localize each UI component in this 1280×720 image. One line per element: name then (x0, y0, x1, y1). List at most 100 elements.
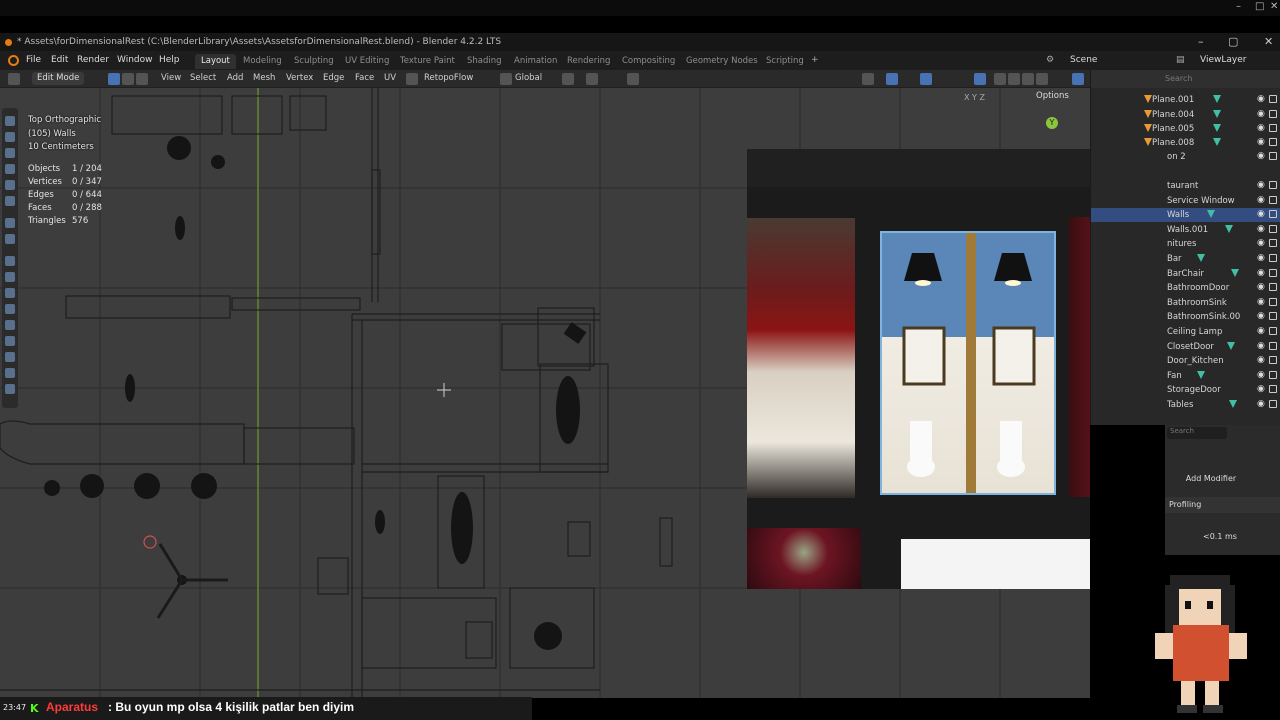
add-workspace-button[interactable]: + (811, 55, 819, 65)
menu-face[interactable]: Face (355, 73, 374, 83)
tab-texture-paint[interactable]: Texture Paint (394, 54, 461, 69)
mode-selector[interactable]: Edit Mode (32, 72, 85, 85)
outliner-row-selected[interactable]: Walls ◉ (1091, 208, 1280, 222)
render-visibility-icon[interactable] (1269, 181, 1277, 189)
render-visibility-icon[interactable] (1269, 269, 1277, 277)
smooth-tool-icon[interactable] (5, 368, 15, 378)
render-visibility-icon[interactable] (1269, 225, 1277, 233)
eye-icon[interactable]: ◉ (1257, 94, 1265, 104)
xray-toggle-icon[interactable] (974, 73, 986, 85)
outliner-row[interactable]: Service Window ◉ (1091, 194, 1280, 208)
orientation-selector[interactable]: Global (515, 73, 542, 83)
3d-viewport[interactable]: Top Orthographic (105) Walls 10 Centimet… (0, 88, 1090, 698)
properties-search[interactable]: Search (1167, 427, 1227, 439)
os-maximize-button[interactable]: □ (1255, 1, 1264, 12)
render-visibility-icon[interactable] (1269, 327, 1277, 335)
outliner-row[interactable]: Tables ◉ (1091, 398, 1280, 412)
render-visibility-icon[interactable] (1269, 342, 1277, 350)
tab-animation[interactable]: Animation (508, 54, 563, 69)
visibility-icon[interactable] (862, 73, 874, 85)
menu-mesh[interactable]: Mesh (253, 73, 275, 83)
eye-icon[interactable]: ◉ (1257, 311, 1265, 321)
tab-layout[interactable]: Layout (195, 54, 236, 69)
solid-shading-icon[interactable] (1008, 73, 1020, 85)
menu-edge[interactable]: Edge (323, 73, 344, 83)
menu-help[interactable]: Help (159, 55, 180, 65)
render-visibility-icon[interactable] (1269, 312, 1277, 320)
outliner-row[interactable]: on 2 ◉ (1091, 150, 1280, 164)
render-visibility-icon[interactable] (1269, 400, 1277, 408)
move-tool-icon[interactable] (5, 148, 15, 158)
os-close-button[interactable]: ✕ (1270, 1, 1278, 12)
add-modifier-button[interactable]: Add Modifier (1171, 474, 1251, 487)
outliner-row[interactable]: BathroomSink ◉ (1091, 296, 1280, 310)
edge-select-icon[interactable] (122, 73, 134, 85)
render-visibility-icon[interactable] (1269, 254, 1277, 262)
render-visibility-icon[interactable] (1269, 239, 1277, 247)
render-visibility-icon[interactable] (1269, 371, 1277, 379)
scale-tool-icon[interactable] (5, 180, 15, 190)
outliner-row[interactable]: taurant ◉ (1091, 179, 1280, 193)
minimize-button[interactable]: – (1198, 35, 1204, 48)
outliner-row[interactable]: Walls.001 ◉ (1091, 223, 1280, 237)
render-visibility-icon[interactable] (1269, 196, 1277, 204)
tab-geometry-nodes[interactable]: Geometry Nodes (680, 54, 764, 69)
knife-tool-icon[interactable] (5, 320, 15, 330)
bevel-tool-icon[interactable] (5, 288, 15, 298)
face-select-icon[interactable] (136, 73, 148, 85)
render-visibility-icon[interactable] (1269, 110, 1277, 118)
outliner-row[interactable]: Plane.001 ◉ (1091, 93, 1280, 107)
view-layer-selector[interactable]: ViewLayer (1200, 55, 1246, 65)
outliner-row[interactable]: Plane.005 ◉ (1091, 122, 1280, 136)
outliner-row[interactable]: nitures ◉ (1091, 237, 1280, 251)
profiling-section[interactable]: Profiling (1165, 497, 1280, 513)
view-axis-buttons[interactable]: X Y Z (964, 93, 985, 102)
render-visibility-icon[interactable] (1269, 138, 1277, 146)
menu-window[interactable]: Window (117, 55, 153, 65)
tab-uv-editing[interactable]: UV Editing (339, 54, 395, 69)
render-visibility-icon[interactable] (1269, 124, 1277, 132)
menu-add[interactable]: Add (227, 73, 243, 83)
eye-icon[interactable]: ◉ (1257, 151, 1265, 161)
loop-cut-tool-icon[interactable] (5, 304, 15, 314)
maximize-button[interactable]: ▢ (1228, 35, 1238, 48)
rotate-tool-icon[interactable] (5, 164, 15, 174)
select-tool-icon[interactable] (5, 116, 15, 126)
render-visibility-icon[interactable] (1269, 356, 1277, 364)
outliner-row[interactable]: BathroomDoor ◉ (1091, 281, 1280, 295)
tab-rendering[interactable]: Rendering (561, 54, 616, 69)
eye-icon[interactable]: ◉ (1257, 268, 1265, 278)
render-visibility-icon[interactable] (1269, 210, 1277, 218)
close-button[interactable]: ✕ (1264, 35, 1273, 48)
tab-sculpting[interactable]: Sculpting (288, 54, 340, 69)
spin-tool-icon[interactable] (5, 352, 15, 362)
outliner-row[interactable]: Ceiling Lamp ◉ (1091, 325, 1280, 339)
retopoflow-menu[interactable]: RetopoFlow (424, 73, 473, 83)
outliner-row[interactable]: Plane.004 ◉ (1091, 108, 1280, 122)
outliner-row[interactable]: Plane.008 ◉ (1091, 136, 1280, 150)
render-visibility-icon[interactable] (1269, 95, 1277, 103)
outliner-row[interactable]: Fan ◉ (1091, 369, 1280, 383)
render-visibility-icon[interactable] (1269, 298, 1277, 306)
eye-icon[interactable]: ◉ (1257, 355, 1265, 365)
annotate-tool-icon[interactable] (5, 218, 15, 228)
menu-file[interactable]: File (26, 55, 41, 65)
transform-tool-icon[interactable] (5, 196, 15, 206)
outliner-row[interactable]: Bar ◉ (1091, 252, 1280, 266)
eye-icon[interactable]: ◉ (1257, 399, 1265, 409)
eye-icon[interactable]: ◉ (1257, 209, 1265, 219)
material-shading-icon[interactable] (1022, 73, 1034, 85)
menu-uv[interactable]: UV (384, 73, 396, 83)
menu-render[interactable]: Render (77, 55, 109, 65)
outliner-row[interactable]: Door_Kitchen ◉ (1091, 354, 1280, 368)
eye-icon[interactable]: ◉ (1257, 297, 1265, 307)
outliner-search[interactable]: Search (1165, 74, 1192, 83)
sidebar-toggle-icon[interactable] (1072, 73, 1084, 85)
eye-icon[interactable]: ◉ (1257, 123, 1265, 133)
tab-compositing[interactable]: Compositing (616, 54, 681, 69)
menu-view[interactable]: View (161, 73, 181, 83)
rendered-shading-icon[interactable] (1036, 73, 1048, 85)
blender-menu-icon[interactable] (8, 55, 19, 66)
tab-scripting[interactable]: Scripting (760, 54, 810, 69)
snap-icon[interactable] (586, 73, 598, 85)
